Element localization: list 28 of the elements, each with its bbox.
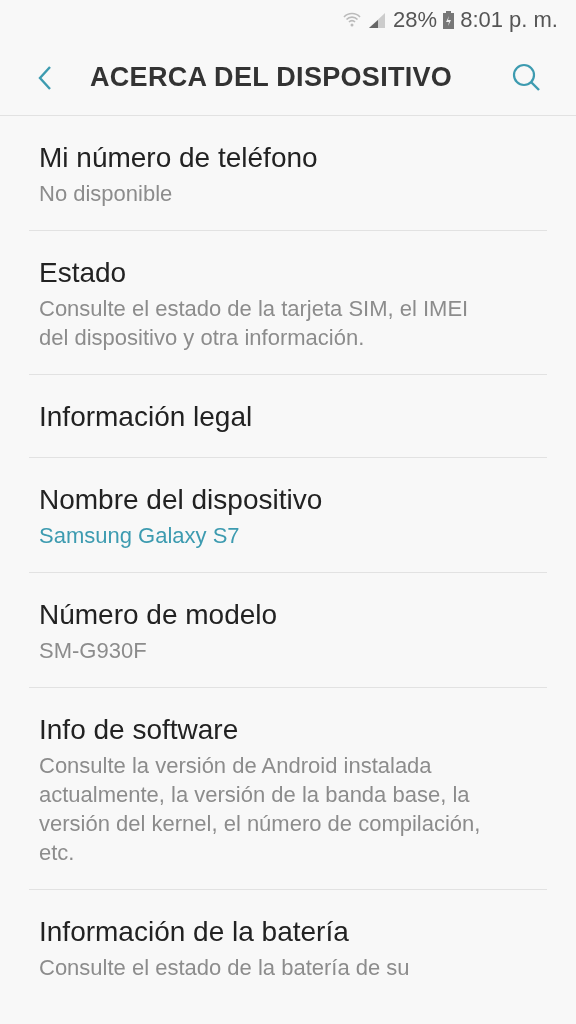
signal-icon (367, 11, 388, 29)
item-summary: Consulte la versión de Android instalada actualmente, la versión de la banda base, la versión del kernel, el número de compilación, etc. (39, 752, 482, 867)
item-title: Estado (39, 256, 128, 290)
settings-item[interactable]: Mi número de teléfono No disponible (29, 116, 547, 231)
item-title: Número de modelo (39, 598, 279, 632)
settings-item[interactable]: Información de la batería Consulte el estado de la batería de su (29, 890, 547, 1004)
item-title: Nombre del dispositivo (39, 483, 324, 517)
wifi-icon (343, 11, 362, 29)
screen-title: ACERCA DEL DISPOSITIVO (90, 62, 454, 93)
clock: 8:01 p. m. (460, 7, 558, 33)
item-summary: Consulte el estado de la tarjeta SIM, el IMEI del dispositivo y otra información. (39, 295, 470, 352)
search-icon (512, 62, 542, 93)
item-summary: Samsung Galaxy S7 (39, 522, 241, 550)
settings-item[interactable]: Estado Consulte el estado de la tarjeta SIM, el IMEI del dispositivo y otra información. (29, 231, 547, 375)
item-title: Info de software (39, 713, 240, 747)
item-title: Mi número de teléfono (39, 141, 319, 175)
battery-percent: 28% (393, 7, 438, 33)
settings-item[interactable]: Información legal (29, 375, 547, 458)
settings-item[interactable]: Número de modelo SM-G930F (29, 573, 547, 688)
item-title: Información legal (39, 400, 254, 434)
item-title: Información de la batería (39, 915, 350, 949)
back-icon (38, 64, 52, 91)
item-summary: No disponible (39, 180, 174, 208)
settings-item[interactable]: Nombre del dispositivo Samsung Galaxy S7 (29, 458, 547, 573)
battery-icon (443, 11, 455, 29)
item-summary: SM-G930F (39, 637, 148, 665)
item-summary: Consulte el estado de la batería de su (39, 954, 411, 982)
settings-item[interactable]: Info de software Consulte la versión de Android instalada actualmente, la versión de la banda base, la versión del kernel, el número de compilación, etc. (29, 688, 547, 890)
